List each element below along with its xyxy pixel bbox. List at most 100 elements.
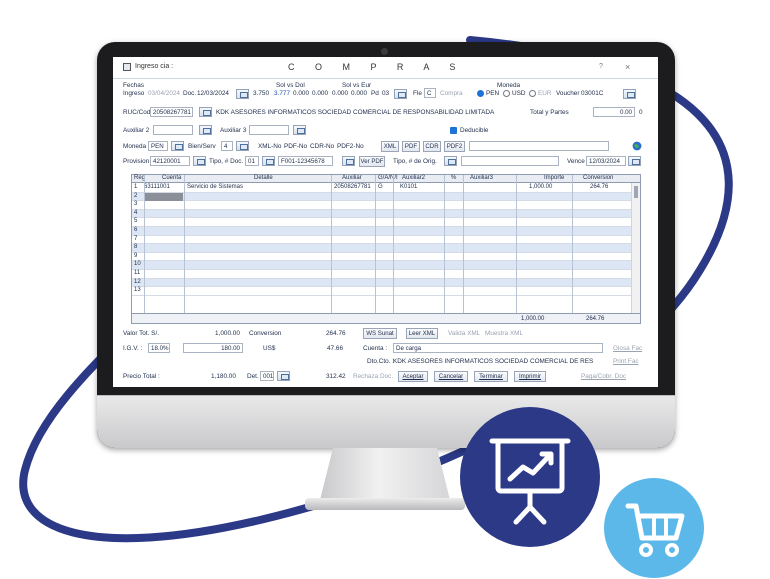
ver-pdf-button[interactable]: Ver PDF: [359, 156, 385, 167]
aux2-lookup-icon[interactable]: [199, 125, 212, 135]
ingreso-date[interactable]: 03/04/2024: [148, 90, 180, 97]
table-row[interactable]: 11: [132, 270, 640, 279]
deducible-checkbox[interactable]: [450, 127, 457, 134]
provision-lookup-icon[interactable]: [193, 156, 206, 166]
help-button[interactable]: ?: [599, 63, 603, 70]
ruc-lookup-icon[interactable]: [199, 107, 212, 117]
imprimir-button[interactable]: Imprimir: [514, 371, 546, 382]
table-row[interactable]: 6: [132, 227, 640, 236]
aceptar-button[interactable]: Aceptar: [398, 371, 428, 382]
cuenta-label: Cuenta :: [363, 345, 388, 352]
provision-field[interactable]: 42120001: [150, 156, 190, 166]
aux2-field[interactable]: [153, 125, 193, 135]
table-row[interactable]: 9: [132, 253, 640, 262]
muestra-xml-button[interactable]: Muestra XML: [485, 330, 523, 337]
ws-sunat-button[interactable]: WS Sunat: [363, 328, 397, 339]
fle-field[interactable]: C: [424, 88, 436, 98]
calendar-icon[interactable]: [236, 89, 249, 99]
leer-xml-button[interactable]: Leer XML: [406, 328, 438, 339]
presentation-chart-badge: [460, 407, 600, 547]
cell-reg: 4: [134, 209, 138, 216]
doc-date[interactable]: 12/03/2024: [197, 90, 229, 97]
cell-reg: 8: [134, 244, 138, 251]
bien-serv-field[interactable]: 4: [221, 141, 233, 151]
xml-button[interactable]: XML: [381, 141, 399, 152]
usd-radio[interactable]: [503, 90, 510, 97]
table-row[interactable]: 7: [132, 236, 640, 245]
paga-cobr-button[interactable]: Paga/Cobr. Doc: [581, 373, 626, 380]
conversion-value: 264.76: [326, 330, 346, 337]
pen-radio[interactable]: [477, 90, 484, 97]
globe-icon[interactable]: [632, 141, 642, 151]
aux3-label: Auxiliar 3: [220, 127, 247, 134]
table-row[interactable]: 2: [132, 192, 640, 202]
cell-reg: 5: [134, 218, 138, 225]
app-window: Ingreso cia : C O M P R A S ? × Fechas I…: [113, 57, 658, 387]
form-heading: C O M P R A S: [288, 62, 465, 72]
tipo-doc-lookup-icon[interactable]: [262, 156, 275, 166]
supplier-name: KDK ASESORES INFORMATICOS SOCIEDAD COMER…: [216, 109, 495, 116]
moneda-lookup-icon[interactable]: [171, 141, 184, 151]
grid-col-line: [331, 175, 332, 323]
table-row[interactable]: 13: [132, 287, 640, 296]
grid-col-line: [463, 175, 464, 323]
document-path-field[interactable]: [469, 141, 609, 151]
cdr-button[interactable]: CDR: [423, 141, 441, 152]
pd-value[interactable]: 03: [382, 90, 389, 97]
table-row[interactable]: 5: [132, 218, 640, 227]
selected-cell[interactable]: [145, 192, 183, 201]
terminar-button[interactable]: Terminar: [474, 371, 508, 382]
table-row[interactable]: 4: [132, 209, 640, 219]
voucher-lookup-icon[interactable]: [623, 89, 636, 99]
pdf2-button[interactable]: PDF2: [444, 141, 465, 152]
monitor-stand: [320, 448, 450, 500]
ruc-field[interactable]: 20508267781: [150, 107, 193, 117]
grid-total-conversion: 264.76: [586, 316, 605, 322]
grid-col-line: [184, 175, 185, 323]
table-row[interactable]: 12: [132, 278, 640, 288]
tipo-orig-field[interactable]: [461, 156, 559, 166]
vence-field[interactable]: 12/03/2024: [586, 156, 626, 166]
cell-cuenta: 63111001: [144, 184, 170, 190]
conversion-label: Conversion: [249, 330, 282, 337]
precio-value: 1,180.00: [211, 373, 236, 380]
print-fac-button[interactable]: Print Fac: [613, 358, 639, 365]
det-lookup-icon[interactable]: [277, 371, 290, 381]
col-percent: %: [451, 175, 457, 181]
igv-field[interactable]: 180.00: [183, 343, 243, 353]
pdf2-no: PDF2-No: [337, 143, 364, 150]
cell-importe: 1,000.00: [529, 184, 553, 190]
det-field[interactable]: 001: [260, 371, 274, 381]
tipo-orig-lookup-icon[interactable]: [444, 156, 457, 166]
igv-rate-field[interactable]: 18.0%: [148, 343, 170, 353]
eur-radio[interactable]: [529, 90, 536, 97]
table-row[interactable]: 3: [132, 201, 640, 210]
moneda-field[interactable]: PEN: [148, 141, 168, 151]
vence-calendar-icon[interactable]: [628, 156, 641, 166]
grid-col-line: [375, 175, 376, 323]
doc-number-field[interactable]: F001-12345678: [278, 156, 333, 166]
total-partes-field[interactable]: 0.00: [593, 107, 635, 117]
bien-serv-lookup-icon[interactable]: [236, 141, 249, 151]
table-row[interactable]: 8: [132, 244, 640, 253]
pd-label: Pd: [371, 90, 379, 97]
valida-xml-button[interactable]: Valida XML: [448, 330, 480, 337]
tipo-doc-field[interactable]: 01: [245, 156, 259, 166]
glosa-button[interactable]: Glosa Fac: [613, 345, 642, 352]
cell-reg: 1: [134, 184, 138, 190]
doc-number-lookup-icon[interactable]: [342, 156, 355, 166]
sol-dol-label: Sol vs Dol: [276, 82, 305, 89]
sol-eur-1: 0.000: [332, 90, 348, 97]
pdf-button[interactable]: PDF: [402, 141, 420, 152]
grid-scrollbar[interactable]: [631, 183, 640, 313]
close-button[interactable]: ×: [625, 62, 630, 72]
aux3-lookup-icon[interactable]: [293, 125, 306, 135]
table-row[interactable]: 10: [132, 261, 640, 270]
rechaza-button[interactable]: Rechaza Doc.: [353, 373, 393, 380]
table-row[interactable]: 1 63111001 Servicio de Sistemas 20508267781…: [132, 184, 640, 193]
aux3-field[interactable]: [249, 125, 289, 135]
cuenta-field[interactable]: De carga: [393, 343, 603, 353]
pd-lookup-icon[interactable]: [394, 89, 407, 99]
cancelar-button[interactable]: Cancelar: [434, 371, 468, 382]
voucher-value: 03001C: [581, 90, 604, 97]
